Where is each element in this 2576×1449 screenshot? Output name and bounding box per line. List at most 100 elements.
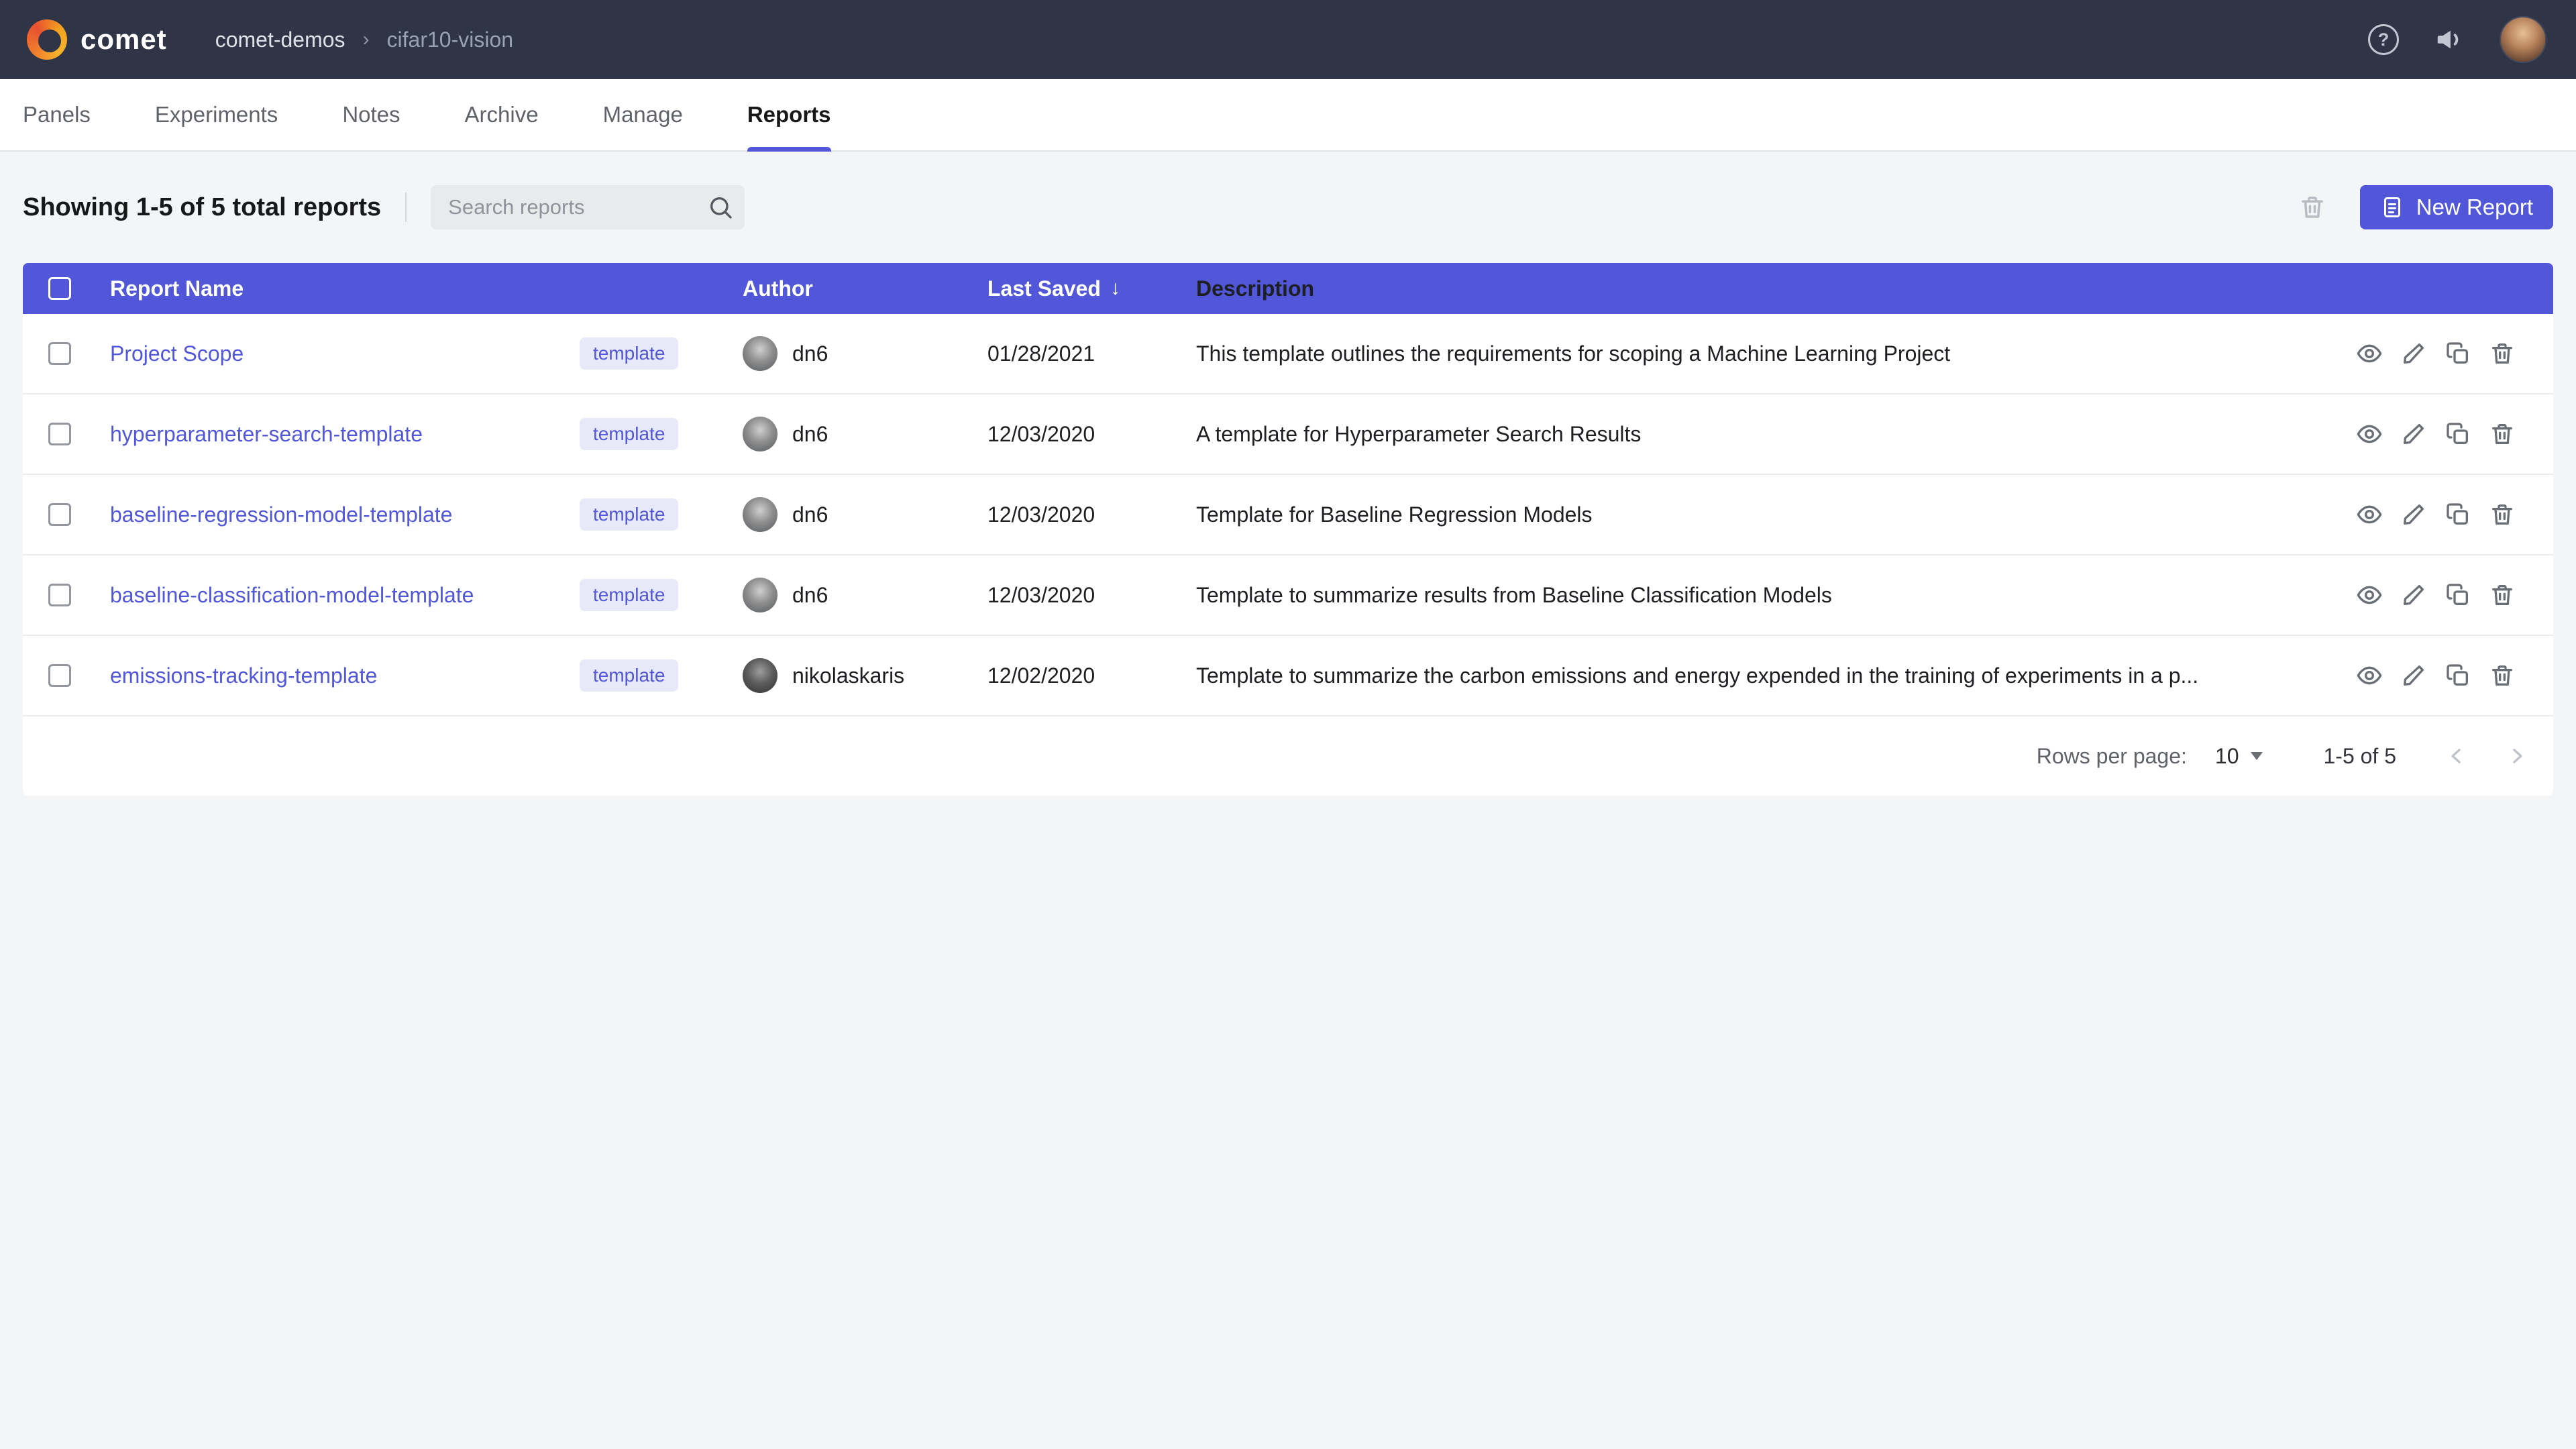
- reports-count-summary: Showing 1-5 of 5 total reports: [23, 193, 381, 222]
- view-report-button[interactable]: [2356, 662, 2383, 689]
- previous-page-button[interactable]: [2440, 740, 2473, 772]
- select-all-checkbox[interactable]: [48, 277, 71, 300]
- report-name-link[interactable]: baseline-regression-model-template: [110, 502, 580, 527]
- report-name-link[interactable]: baseline-classification-model-template: [110, 583, 580, 608]
- row-checkbox[interactable]: [48, 584, 71, 606]
- eye-icon: [2356, 421, 2383, 447]
- header-author[interactable]: Author: [743, 276, 987, 301]
- row-checkbox[interactable]: [48, 664, 71, 687]
- trash-icon: [2489, 340, 2516, 367]
- tab-reports[interactable]: Reports: [747, 79, 831, 150]
- tab-panels[interactable]: Panels: [23, 79, 91, 150]
- toolbar-divider: [405, 193, 407, 222]
- report-name-link[interactable]: hyperparameter-search-template: [110, 422, 580, 447]
- row-checkbox[interactable]: [48, 423, 71, 445]
- row-checkbox[interactable]: [48, 342, 71, 365]
- tab-archive[interactable]: Archive: [465, 79, 539, 150]
- tab-notes[interactable]: Notes: [342, 79, 400, 150]
- copy-icon: [2445, 421, 2471, 447]
- duplicate-report-button[interactable]: [2445, 662, 2471, 689]
- view-report-button[interactable]: [2356, 501, 2383, 528]
- help-button[interactable]: ?: [2368, 24, 2399, 55]
- last-saved-date: 01/28/2021: [987, 341, 1196, 366]
- eye-icon: [2356, 582, 2383, 608]
- delete-report-button[interactable]: [2489, 662, 2516, 689]
- edit-report-button[interactable]: [2400, 662, 2427, 689]
- delete-selected-button[interactable]: [2298, 193, 2326, 221]
- report-name-link[interactable]: Project Scope: [110, 341, 580, 366]
- view-report-button[interactable]: [2356, 582, 2383, 608]
- next-page-button[interactable]: [2501, 740, 2533, 772]
- report-description: This template outlines the requirements …: [1196, 341, 2332, 366]
- table-row: baseline-regression-model-template templ…: [23, 475, 2553, 555]
- pencil-icon: [2400, 662, 2427, 689]
- edit-report-button[interactable]: [2400, 501, 2427, 528]
- template-badge: template: [580, 579, 678, 611]
- template-badge: template: [580, 659, 678, 692]
- view-report-button[interactable]: [2356, 421, 2383, 447]
- author-avatar: [743, 336, 777, 371]
- last-saved-label: Last Saved: [987, 276, 1101, 301]
- delete-report-button[interactable]: [2489, 421, 2516, 447]
- report-doc-icon: [2380, 195, 2404, 219]
- report-name-link[interactable]: emissions-tracking-template: [110, 663, 580, 688]
- report-description: A template for Hyperparameter Search Res…: [1196, 422, 2332, 447]
- announcements-button[interactable]: [2434, 24, 2465, 55]
- duplicate-report-button[interactable]: [2445, 501, 2471, 528]
- breadcrumb-workspace[interactable]: comet-demos: [215, 28, 345, 52]
- user-avatar[interactable]: [2500, 16, 2546, 63]
- pagination-range: 1-5 of 5: [2323, 744, 2396, 769]
- last-saved-date: 12/02/2020: [987, 663, 1196, 688]
- template-badge: template: [580, 498, 678, 531]
- navbar-actions: ?: [2368, 16, 2546, 63]
- pencil-icon: [2400, 340, 2427, 367]
- breadcrumb: comet-demos › cifar10-vision: [215, 28, 513, 52]
- table-header-row: Report Name Author Last Saved ↓ Descript…: [23, 263, 2553, 314]
- chevron-left-icon: [2443, 743, 2470, 769]
- project-tabbar: Panels Experiments Notes Archive Manage …: [0, 79, 2576, 152]
- table-row: baseline-classification-model-template t…: [23, 555, 2553, 636]
- view-report-button[interactable]: [2356, 340, 2383, 367]
- new-report-label: New Report: [2416, 195, 2533, 220]
- search-input[interactable]: [448, 195, 707, 219]
- duplicate-report-button[interactable]: [2445, 421, 2471, 447]
- caret-down-icon: [2251, 752, 2263, 760]
- delete-report-button[interactable]: [2489, 501, 2516, 528]
- breadcrumb-project[interactable]: cifar10-vision: [387, 28, 514, 52]
- author-avatar: [743, 417, 777, 451]
- pencil-icon: [2400, 501, 2427, 528]
- edit-report-button[interactable]: [2400, 421, 2427, 447]
- rows-per-page-select[interactable]: 10: [2215, 744, 2263, 769]
- delete-report-button[interactable]: [2489, 582, 2516, 608]
- breadcrumb-separator-icon: ›: [363, 28, 370, 51]
- pager: [2440, 740, 2533, 772]
- duplicate-report-button[interactable]: [2445, 340, 2471, 367]
- author-name: nikolaskaris: [792, 663, 904, 688]
- new-report-button[interactable]: New Report: [2360, 185, 2553, 229]
- table-row: hyperparameter-search-template template …: [23, 394, 2553, 475]
- trash-icon: [2489, 501, 2516, 528]
- report-description: Template to summarize the carbon emissio…: [1196, 663, 2332, 688]
- edit-report-button[interactable]: [2400, 340, 2427, 367]
- header-last-saved[interactable]: Last Saved ↓: [987, 276, 1196, 301]
- row-checkbox[interactable]: [48, 503, 71, 526]
- edit-report-button[interactable]: [2400, 582, 2427, 608]
- pencil-icon: [2400, 421, 2427, 447]
- delete-report-button[interactable]: [2489, 340, 2516, 367]
- trash-icon: [2489, 662, 2516, 689]
- trash-icon: [2298, 193, 2326, 221]
- sort-descending-icon: ↓: [1110, 277, 1120, 300]
- comet-logo-text: comet: [80, 23, 167, 56]
- last-saved-date: 12/03/2020: [987, 422, 1196, 447]
- table-row: Project Scope template dn6 01/28/2021 Th…: [23, 314, 2553, 394]
- reports-toolbar: Showing 1-5 of 5 total reports New Repor…: [0, 152, 2576, 263]
- duplicate-report-button[interactable]: [2445, 582, 2471, 608]
- header-report-name[interactable]: Report Name: [110, 276, 743, 301]
- copy-icon: [2445, 340, 2471, 367]
- pencil-icon: [2400, 582, 2427, 608]
- search-icon[interactable]: [707, 194, 734, 221]
- comet-logo[interactable]: comet: [27, 19, 167, 60]
- tab-experiments[interactable]: Experiments: [155, 79, 278, 150]
- author-name: dn6: [792, 502, 828, 527]
- tab-manage[interactable]: Manage: [603, 79, 683, 150]
